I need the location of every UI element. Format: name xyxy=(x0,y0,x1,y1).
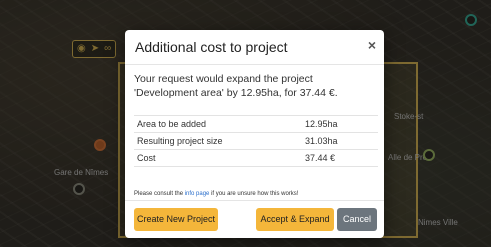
row-label: Resulting project size xyxy=(134,132,302,150)
help-text: Please consult the info page if you are … xyxy=(134,191,298,197)
row-label: Area to be added xyxy=(134,115,302,133)
row-value: 37.44 € xyxy=(302,149,378,167)
dialog-body: Your request would expand the project 'D… xyxy=(134,72,378,197)
cost-table: Area to be added 12.95ha Resulting proje… xyxy=(134,115,378,167)
expansion-summary: Your request would expand the project 'D… xyxy=(134,73,338,99)
dialog-footer: Create New Project Accept & Expand Cance… xyxy=(125,200,384,239)
row-value: 12.95ha xyxy=(302,115,378,133)
info-page-link[interactable]: info page xyxy=(185,191,210,197)
table-row: Resulting project size 31.03ha xyxy=(134,132,378,150)
help-suffix: if you are unsure how this works! xyxy=(209,191,299,197)
row-label: Cost xyxy=(134,149,302,167)
expand-project-dialog: Additional cost to project × Your reques… xyxy=(125,30,384,238)
create-new-project-button[interactable]: Create New Project xyxy=(134,208,218,231)
dialog-title: Additional cost to project xyxy=(135,39,288,55)
table-row: Area to be added 12.95ha xyxy=(134,115,378,133)
cancel-button[interactable]: Cancel xyxy=(337,208,377,231)
row-value: 31.03ha xyxy=(302,132,378,150)
close-icon[interactable]: × xyxy=(368,37,376,53)
table-row: Cost 37.44 € xyxy=(134,149,378,167)
help-prefix: Please consult the xyxy=(134,191,185,197)
accept-expand-button[interactable]: Accept & Expand xyxy=(256,208,334,231)
dialog-header: Additional cost to project × xyxy=(125,30,384,65)
